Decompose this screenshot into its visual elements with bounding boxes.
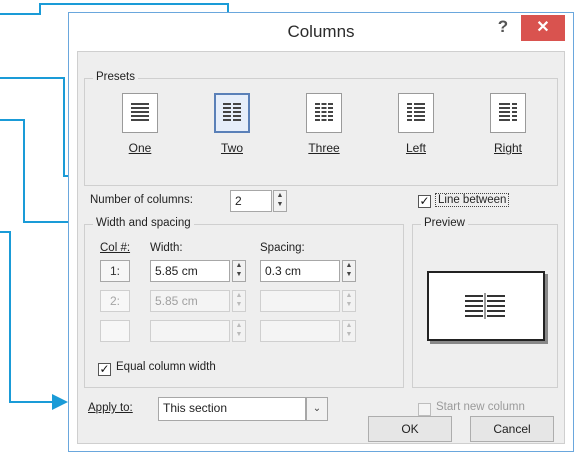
preset-one-label: One: [128, 141, 152, 155]
number-of-columns-spinner[interactable]: ▲ ▼: [273, 190, 287, 212]
title-bar: Columns ? ✕: [69, 13, 573, 51]
number-of-columns-label: Number of columns:: [90, 194, 193, 206]
preview-group: Preview: [412, 217, 558, 388]
preset-right-label: Right: [493, 141, 522, 155]
preset-one-icon: [122, 93, 158, 133]
start-new-column-checkbox[interactable]: [418, 403, 431, 416]
preset-left[interactable]: Left: [387, 93, 445, 163]
col-number-3: [100, 320, 130, 342]
chevron-down-icon[interactable]: ⌄: [306, 397, 328, 421]
preset-one[interactable]: One: [111, 93, 169, 163]
preset-two-label: Two: [220, 141, 243, 155]
preview-columns-graphic: [465, 293, 505, 319]
col-number-1: 1:: [100, 260, 130, 282]
preset-three[interactable]: Three: [295, 93, 353, 163]
preset-right-icon: [490, 93, 526, 133]
preset-two[interactable]: Two: [203, 93, 261, 163]
cancel-button[interactable]: Cancel: [470, 416, 554, 442]
col-number-header: Col #:: [100, 242, 131, 254]
apply-to-select[interactable]: This section: [158, 397, 306, 421]
equal-column-width-label: Equal column width: [116, 361, 216, 373]
apply-to-label: Apply to:: [88, 402, 133, 414]
spacing-input-1[interactable]: 0.3 cm: [260, 260, 340, 282]
start-new-column-label: Start new column: [436, 401, 525, 413]
spacing-header: Spacing:: [260, 242, 305, 254]
width-input-1[interactable]: 5.85 cm: [150, 260, 230, 282]
spacing-input-2[interactable]: [260, 290, 340, 312]
width-header: Width:: [150, 242, 183, 254]
close-button[interactable]: ✕: [521, 15, 565, 41]
columns-dialog: Columns ? ✕ Presets One Two Three Left R…: [68, 12, 574, 452]
dialog-content: Presets One Two Three Left Right Number …: [77, 51, 565, 444]
arrow-to-apply-to: [0, 231, 68, 410]
width-spinner-3[interactable]: ▲ ▼: [232, 320, 246, 342]
preview-legend: Preview: [421, 217, 468, 229]
ok-button[interactable]: OK: [368, 416, 452, 442]
preset-three-icon: [306, 93, 342, 133]
equal-column-width-checkbox[interactable]: ✓: [98, 363, 111, 376]
preset-left-label: Left: [405, 141, 426, 155]
col-number-2: 2:: [100, 290, 130, 312]
spacing-spinner-2[interactable]: ▲ ▼: [342, 290, 356, 312]
width-input-3[interactable]: [150, 320, 230, 342]
preview-page: [427, 271, 545, 341]
spacing-spinner-3[interactable]: ▲ ▼: [342, 320, 356, 342]
help-button[interactable]: ?: [493, 17, 513, 41]
presets-legend: Presets: [93, 71, 138, 83]
preset-right[interactable]: Right: [479, 93, 537, 163]
width-spinner-2[interactable]: ▲ ▼: [232, 290, 246, 312]
preset-three-label: Three: [308, 141, 340, 155]
width-spinner-1[interactable]: ▲ ▼: [232, 260, 246, 282]
spacing-input-3[interactable]: [260, 320, 340, 342]
line-between-checkbox[interactable]: ✓: [418, 195, 431, 208]
spacing-spinner-1[interactable]: ▲ ▼: [342, 260, 356, 282]
width-spacing-legend: Width and spacing: [93, 217, 194, 229]
preset-two-icon: [214, 93, 250, 133]
width-input-2[interactable]: 5.85 cm: [150, 290, 230, 312]
number-of-columns-input[interactable]: 2: [230, 190, 272, 212]
preset-left-icon: [398, 93, 434, 133]
line-between-label: Line between: [435, 193, 510, 207]
